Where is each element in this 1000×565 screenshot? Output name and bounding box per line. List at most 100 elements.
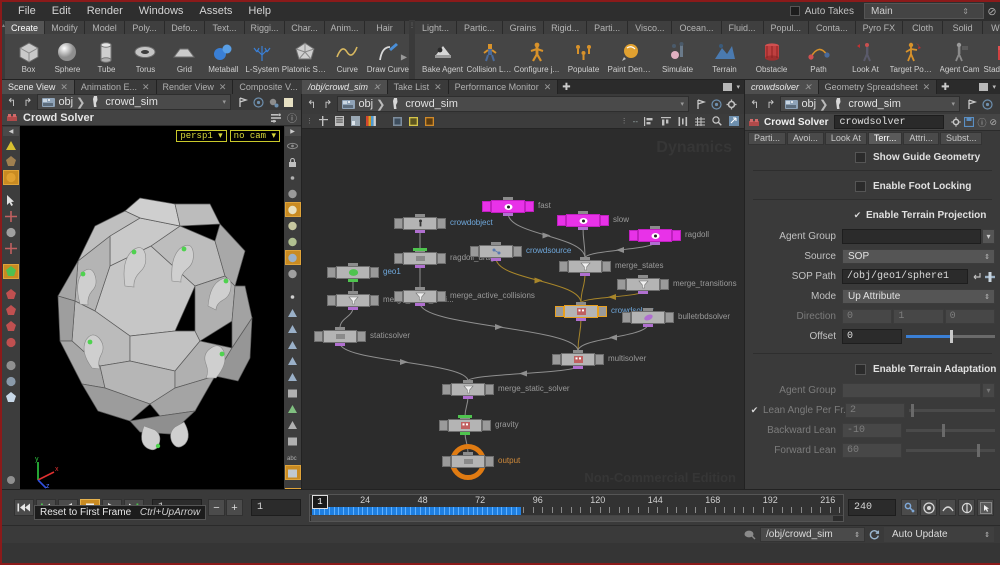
handles-icon[interactable]: [958, 499, 975, 516]
node-core[interactable]: [451, 455, 485, 468]
shelf-item-box[interactable]: Box: [9, 40, 48, 74]
node-multisolver[interactable]: multisolver: [552, 350, 646, 369]
shelf-tab-poly[interactable]: Poly...: [125, 21, 166, 34]
node-output[interactable]: [643, 324, 653, 327]
network-breadcrumb-root[interactable]: obj: [358, 98, 373, 110]
info-icon[interactable]: ⓘ: [977, 116, 986, 129]
param-tab-attri[interactable]: Attri...: [903, 131, 939, 145]
node-body[interactable]: [442, 455, 494, 468]
node-output[interactable]: [638, 291, 648, 294]
shelf-tab-hair[interactable]: Hair: [365, 21, 406, 34]
tab-render-view[interactable]: Render View ✕: [156, 80, 234, 94]
shelf-tab-text[interactable]: Text...: [205, 21, 246, 34]
pin-icon[interactable]: [967, 98, 978, 110]
align-left-icon[interactable]: [643, 116, 655, 127]
node-bypass-flag[interactable]: [552, 354, 561, 365]
net-dashes-icon[interactable]: --: [633, 117, 638, 126]
node-bypass-flag[interactable]: [555, 306, 564, 317]
shelf-item-sphere[interactable]: Sphere: [48, 40, 87, 74]
search-icon[interactable]: [711, 116, 723, 127]
frame-decrement-button[interactable]: −: [208, 499, 225, 516]
direction-z-field[interactable]: 0: [944, 309, 995, 324]
auto-takes-checkbox[interactable]: [789, 6, 800, 16]
shelf-item-grid[interactable]: Grid: [165, 40, 204, 74]
gear-icon[interactable]: [726, 99, 737, 110]
view-tool-icon[interactable]: [3, 358, 19, 373]
tab-animation-e[interactable]: Animation E... ✕: [74, 80, 157, 94]
node-output[interactable]: [491, 258, 501, 261]
node-bypass-flag[interactable]: [394, 253, 403, 264]
param-tab-subst[interactable]: Subst...: [939, 131, 983, 145]
keyframe-icon[interactable]: [920, 499, 937, 516]
close-icon[interactable]: ✕: [434, 82, 442, 93]
node-output[interactable]: [415, 230, 425, 233]
pin-icon[interactable]: [696, 98, 707, 110]
curve-icon[interactable]: [939, 499, 956, 516]
shelf-tab-model[interactable]: Model: [85, 21, 126, 34]
node-output[interactable]: [348, 307, 358, 310]
enable-terrain-projection-checkbox[interactable]: ✔: [853, 210, 862, 220]
shelf-item-look-at[interactable]: Look At: [842, 40, 889, 74]
node-bypass-flag[interactable]: [439, 420, 448, 431]
multi-snap-icon[interactable]: [285, 337, 301, 352]
node-display-flag[interactable]: [672, 230, 681, 241]
agent-group-menu-1[interactable]: ▾: [982, 229, 995, 244]
visibility-icon[interactable]: [285, 138, 301, 153]
network-colors-icon[interactable]: [365, 116, 377, 127]
node-bypass-flag[interactable]: [314, 331, 323, 342]
node-core[interactable]: [448, 419, 482, 432]
direction-x-field[interactable]: 0: [842, 309, 893, 324]
shelf-item-metaball[interactable]: Metaball: [204, 40, 243, 74]
maximize-pane-icon[interactable]: [723, 83, 733, 91]
node-bypass-flag[interactable]: [394, 218, 403, 229]
smooth-shaded-icon[interactable]: [284, 202, 301, 217]
shelf-tab-solid[interactable]: Solid: [943, 21, 984, 34]
timeline-ruler[interactable]: 1244872961201441681922161: [309, 493, 844, 522]
node-fast[interactable]: fast: [482, 197, 551, 216]
node-body[interactable]: [439, 419, 491, 432]
node-core[interactable]: [561, 353, 595, 366]
param-forward-icon[interactable]: ↱: [764, 98, 777, 111]
net-dots-icon[interactable]: ⋮: [621, 117, 628, 125]
node-core[interactable]: [479, 245, 513, 258]
node-display-flag[interactable]: [602, 261, 611, 272]
node-core[interactable]: [626, 278, 660, 291]
node-bypass-flag[interactable]: [482, 201, 491, 212]
param-breadcrumb-node[interactable]: crowd_sim: [848, 98, 901, 110]
tab-performance-monitor[interactable]: Performance Monitor ✕: [448, 80, 559, 94]
viewport-canvas[interactable]: persp1 ▾ no cam ▾ y x z: [20, 126, 284, 504]
close-icon[interactable]: ✕: [60, 82, 68, 93]
chevron-down-icon[interactable]: ▾: [680, 100, 684, 108]
text-display-icon[interactable]: abc: [285, 449, 301, 464]
menu-item-file[interactable]: File: [10, 3, 44, 19]
shelf-tab-riggi[interactable]: Riggi...: [245, 21, 286, 34]
shelf-more-left-icon[interactable]: ▶: [401, 52, 407, 61]
chevron-down-icon[interactable]: ▾: [222, 98, 226, 106]
menu-item-edit[interactable]: Edit: [44, 3, 79, 19]
node-bypass-flag[interactable]: [559, 261, 568, 272]
normals-display-icon[interactable]: [285, 369, 301, 384]
shelf-tab-light[interactable]: Light...: [415, 21, 458, 34]
frame-increment-button[interactable]: +: [226, 499, 243, 516]
node-geo1[interactable]: geo1: [327, 263, 401, 282]
target-icon[interactable]: [982, 98, 993, 110]
mode-dropdown[interactable]: Up Attribute ⇕: [842, 289, 995, 304]
uv-tool-icon[interactable]: [3, 374, 19, 389]
node-slow[interactable]: slow: [557, 211, 629, 230]
shelf-item-populate[interactable]: Populate: [560, 40, 607, 74]
node-output[interactable]: [650, 242, 660, 245]
shelf-item-obstacle[interactable]: Obstacle: [748, 40, 795, 74]
node-display-flag[interactable]: [600, 215, 609, 226]
node-output[interactable]: [578, 227, 588, 230]
shelf-item-terrain[interactable]: Terrain: [701, 40, 748, 74]
network-note-icon[interactable]: [407, 116, 419, 127]
node-output[interactable]: [580, 273, 590, 276]
select-mode-icon[interactable]: [977, 499, 994, 516]
crowd-tool-icon[interactable]: [3, 264, 19, 279]
agent-group-menu-2[interactable]: ▾: [982, 383, 995, 398]
node-core[interactable]: [451, 383, 485, 396]
node-output[interactable]: [503, 213, 513, 216]
node-bypass-flag[interactable]: [470, 246, 479, 257]
shelf-tab-char[interactable]: Char...: [285, 21, 326, 34]
node-display-flag[interactable]: [513, 246, 522, 257]
